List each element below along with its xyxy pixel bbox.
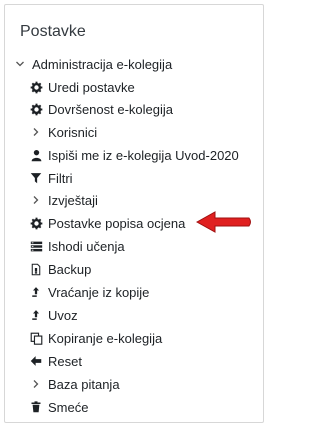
gear-icon — [28, 79, 44, 95]
tree-item-label: Filtri — [48, 170, 73, 186]
chevron-right-icon[interactable] — [28, 124, 44, 140]
tree-item-label: Baza pitanja — [48, 376, 120, 392]
tree-item-label: Dovršenost e-kolegija — [48, 101, 174, 117]
trash-icon — [28, 399, 44, 415]
gear-icon — [28, 101, 44, 117]
tree-item-backup[interactable]: Backup — [0, 258, 320, 280]
tree-item-gradebook-setup[interactable]: Postavke popisa ocjena — [0, 212, 320, 234]
chevron-right-icon[interactable] — [28, 376, 44, 392]
tree-root-label: Administracija e-kolegija — [32, 56, 173, 72]
filter-icon — [28, 170, 44, 186]
restore-icon — [28, 284, 44, 300]
tree-item-unenrol-me[interactable]: Ispiši me iz e-kolegija Uvod-2020 — [0, 144, 320, 166]
tree-item-reset[interactable]: Reset — [0, 350, 320, 372]
list-icon — [28, 238, 44, 254]
archive-icon — [28, 261, 44, 277]
gear-icon — [28, 215, 44, 231]
copy-icon — [28, 330, 44, 346]
tree-item-edit-settings[interactable]: Uredi postavke — [0, 76, 320, 98]
tree-item-label: Postavke popisa ocjena — [48, 215, 186, 231]
tree-item-filters[interactable]: Filtri — [0, 167, 320, 189]
tree-item-users[interactable]: Korisnici — [0, 121, 320, 143]
annotation-arrow-icon — [195, 211, 251, 233]
tree-item-copy-course[interactable]: Kopiranje e-kolegija — [0, 327, 320, 349]
tree-item-label: Izvještaji — [48, 192, 98, 208]
tree-item-label: Reset — [48, 353, 82, 369]
arrow-left-icon — [28, 353, 44, 369]
tree-item-label: Uredi postavke — [48, 79, 135, 95]
tree-item-label: Smeće — [48, 399, 89, 415]
tree-item-course-completion[interactable]: Dovršenost e-kolegija — [0, 98, 320, 120]
tree-item-import[interactable]: Uvoz — [0, 304, 320, 326]
tree-item-label: Kopiranje e-kolegija — [48, 330, 163, 346]
tree-item-recycle-bin[interactable]: Smeće — [0, 396, 320, 418]
tree-item-label: Ishodi učenja — [48, 238, 125, 254]
block-title: Postavke — [20, 23, 86, 40]
tree-root-course-administration[interactable]: Administracija e-kolegija — [0, 53, 320, 75]
user-icon — [28, 147, 44, 163]
tree-item-label: Korisnici — [48, 124, 98, 140]
tree-item-label: Vraćanje iz kopije — [48, 284, 150, 300]
tree-item-reports[interactable]: Izvještaji — [0, 189, 320, 211]
chevron-down-icon[interactable] — [12, 56, 28, 72]
tree-item-outcomes[interactable]: Ishodi učenja — [0, 235, 320, 257]
tree-item-label: Backup — [48, 261, 92, 277]
tree-item-question-bank[interactable]: Baza pitanja — [0, 373, 320, 395]
tree-item-label: Ispiši me iz e-kolegija Uvod-2020 — [48, 147, 239, 163]
chevron-right-icon[interactable] — [28, 192, 44, 208]
tree-item-restore[interactable]: Vraćanje iz kopije — [0, 281, 320, 303]
tree-item-label: Uvoz — [48, 307, 78, 323]
import-icon — [28, 307, 44, 323]
